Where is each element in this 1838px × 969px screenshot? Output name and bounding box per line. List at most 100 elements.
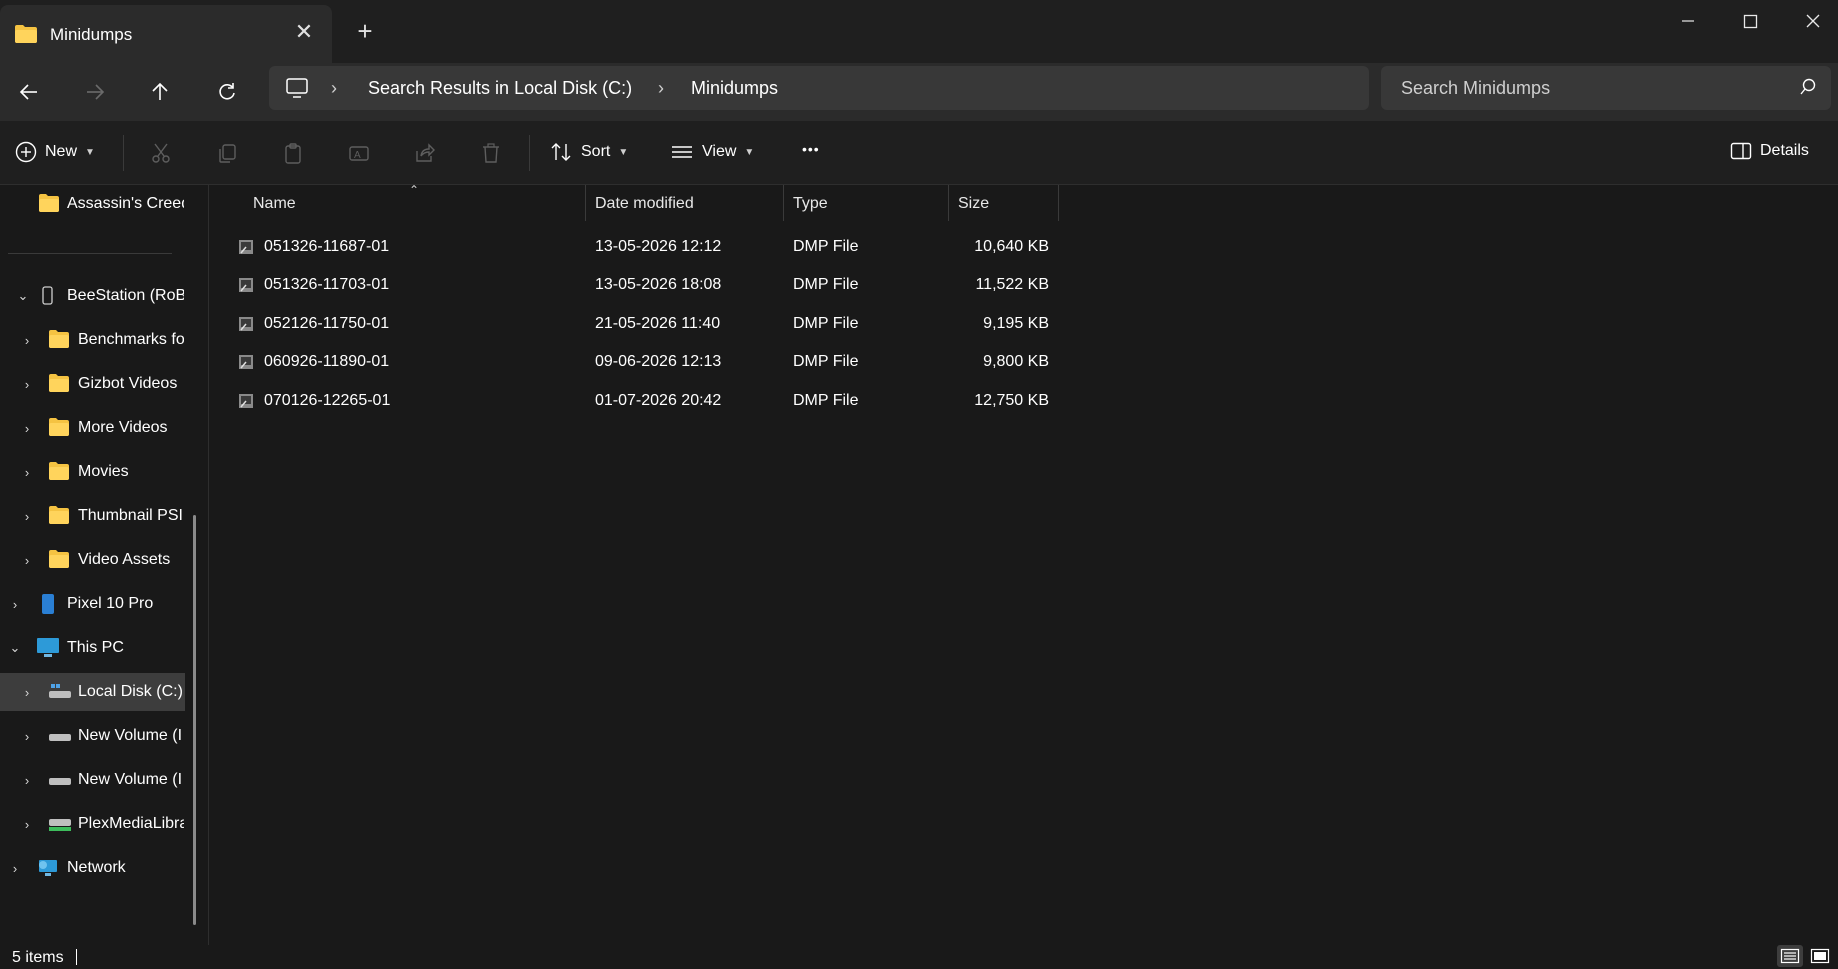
divider bbox=[8, 253, 172, 254]
column-divider[interactable] bbox=[1058, 185, 1059, 221]
dmp-file-icon bbox=[237, 276, 255, 299]
share-icon[interactable] bbox=[412, 140, 438, 166]
nav-item-assassins-creed[interactable]: Assassin's Creed bbox=[0, 185, 185, 223]
column-header-type[interactable]: Type bbox=[793, 185, 828, 221]
folder-icon bbox=[48, 505, 70, 527]
column-divider[interactable] bbox=[948, 185, 949, 221]
item-count: 5 items bbox=[12, 949, 64, 966]
details-view-button[interactable] bbox=[1777, 945, 1803, 967]
nav-item-this-pc[interactable]: ⌄ This PC bbox=[0, 629, 185, 667]
breadcrumb-minidumps[interactable]: Minidumps bbox=[691, 78, 778, 99]
details-label: Details bbox=[1760, 142, 1809, 159]
nav-item-benchmarks[interactable]: › Benchmarks fo bbox=[0, 321, 185, 359]
nav-item-beestation[interactable]: ⌄ BeeStation (RoB bbox=[0, 277, 185, 315]
more-icon: ••• bbox=[802, 141, 820, 157]
search-icon[interactable] bbox=[1799, 78, 1817, 101]
file-type: DMP File bbox=[793, 315, 859, 332]
nav-label: New Volume (I bbox=[78, 727, 183, 744]
chevron-right-icon: › bbox=[24, 684, 30, 700]
nav-item-gizbot-videos[interactable]: › Gizbot Videos bbox=[0, 365, 185, 403]
minimize-button[interactable] bbox=[1674, 10, 1702, 32]
status-bar: 5 items bbox=[0, 945, 1838, 969]
back-button[interactable] bbox=[13, 76, 45, 108]
new-button[interactable]: New ▼ bbox=[15, 141, 95, 163]
file-name: 051326-11687-01 bbox=[264, 238, 390, 255]
details-button[interactable]: Details bbox=[1730, 141, 1809, 161]
file-type: DMP File bbox=[793, 238, 859, 255]
table-row[interactable]: 051326-11703-01 13-05-2026 18:08 DMP Fil… bbox=[209, 266, 1069, 304]
folder-icon bbox=[48, 373, 70, 395]
nav-item-new-volume-2[interactable]: › New Volume (I bbox=[0, 761, 185, 799]
new-label: New bbox=[45, 143, 78, 160]
file-date: 09-06-2026 12:13 bbox=[595, 353, 722, 370]
nav-item-plexmedialibrary[interactable]: › PlexMediaLibra bbox=[0, 805, 185, 843]
nav-item-video-assets[interactable]: › Video Assets bbox=[0, 541, 185, 579]
view-label: View bbox=[702, 143, 737, 160]
column-divider[interactable] bbox=[585, 185, 586, 221]
large-icons-view-button[interactable] bbox=[1807, 945, 1833, 967]
file-size: 11,522 KB bbox=[975, 276, 1049, 293]
command-bar: New ▼ A Sort ▼ View ▼ ••• Details bbox=[0, 121, 1838, 185]
column-divider[interactable] bbox=[783, 185, 784, 221]
chevron-down-icon: ⌄ bbox=[17, 288, 29, 303]
nav-scrollbar[interactable] bbox=[193, 515, 196, 925]
table-row[interactable]: 060926-11890-01 09-06-2026 12:13 DMP Fil… bbox=[209, 343, 1069, 381]
file-date: 21-05-2026 11:40 bbox=[595, 315, 721, 332]
forward-button[interactable] bbox=[79, 76, 111, 108]
column-header-date[interactable]: Date modified bbox=[595, 185, 694, 221]
file-type: DMP File bbox=[793, 353, 859, 370]
sort-button[interactable]: Sort ▼ bbox=[549, 141, 628, 163]
chevron-right-icon: › bbox=[24, 332, 30, 348]
nav-item-new-volume-1[interactable]: › New Volume (I bbox=[0, 717, 185, 755]
rename-icon[interactable]: A bbox=[346, 140, 372, 166]
folder-icon bbox=[48, 417, 70, 439]
folder-icon bbox=[38, 193, 60, 215]
paste-icon[interactable] bbox=[280, 140, 306, 166]
chevron-right-icon: › bbox=[24, 728, 30, 744]
maximize-button[interactable] bbox=[1736, 10, 1764, 32]
table-row[interactable]: 051326-11687-01 13-05-2026 12:12 DMP Fil… bbox=[209, 228, 1069, 266]
nav-item-more-videos[interactable]: › More Videos bbox=[0, 409, 185, 447]
sort-label: Sort bbox=[581, 143, 611, 160]
file-size: 9,195 KB bbox=[983, 315, 1049, 332]
nav-item-network[interactable]: › Network bbox=[0, 849, 185, 887]
refresh-button[interactable] bbox=[211, 76, 243, 108]
nav-item-movies[interactable]: › Movies bbox=[0, 453, 185, 491]
copy-icon[interactable] bbox=[214, 140, 240, 166]
tab-close-button[interactable]: ✕ bbox=[292, 20, 316, 44]
navigation-pane: Assassin's Creed ⌄ BeeStation (RoB › Ben… bbox=[0, 185, 208, 945]
nav-label: Movies bbox=[78, 463, 129, 480]
delete-icon[interactable] bbox=[478, 140, 504, 166]
search-input[interactable]: Search Minidumps bbox=[1381, 66, 1831, 110]
folder-icon bbox=[14, 24, 38, 49]
file-date: 13-05-2026 18:08 bbox=[595, 276, 722, 293]
column-header-name[interactable]: Name bbox=[253, 185, 296, 221]
tab-minidumps[interactable]: Minidumps ✕ bbox=[0, 5, 332, 63]
refresh-icon bbox=[219, 83, 235, 100]
nav-label: Pixel 10 Pro bbox=[67, 595, 154, 612]
tiles-view-icon bbox=[1810, 948, 1830, 964]
address-bar[interactable]: › Search Results in Local Disk (C:) › Mi… bbox=[269, 66, 1369, 110]
chevron-down-icon: ⌄ bbox=[9, 640, 21, 655]
file-name: 052126-11750-01 bbox=[264, 315, 390, 332]
nav-label: Gizbot Videos bbox=[78, 375, 178, 392]
phone-icon bbox=[40, 593, 62, 615]
nav-item-thumbnail-psd[interactable]: › Thumbnail PSI bbox=[0, 497, 185, 535]
divider bbox=[529, 135, 530, 171]
close-window-button[interactable] bbox=[1799, 10, 1827, 32]
up-button[interactable] bbox=[144, 76, 176, 108]
cut-icon[interactable] bbox=[148, 140, 174, 166]
chevron-right-icon: › bbox=[24, 772, 30, 788]
new-tab-button[interactable]: + bbox=[352, 18, 378, 44]
nav-item-local-disk-c[interactable]: › Local Disk (C:) bbox=[0, 673, 185, 711]
table-row[interactable]: 052126-11750-01 21-05-2026 11:40 DMP Fil… bbox=[209, 305, 1069, 343]
nav-item-pixel-10-pro[interactable]: › Pixel 10 Pro bbox=[0, 585, 185, 623]
breadcrumb-search-results[interactable]: Search Results in Local Disk (C:) bbox=[368, 78, 632, 99]
file-name: 060926-11890-01 bbox=[264, 353, 390, 370]
table-row[interactable]: 070126-12265-01 01-07-2026 20:42 DMP Fil… bbox=[209, 382, 1069, 420]
column-header-size[interactable]: Size bbox=[958, 185, 989, 221]
more-options-button[interactable]: ••• bbox=[802, 141, 820, 157]
view-button[interactable]: View ▼ bbox=[670, 141, 754, 163]
details-view-icon bbox=[1780, 948, 1800, 964]
file-size: 10,640 KB bbox=[974, 238, 1049, 255]
